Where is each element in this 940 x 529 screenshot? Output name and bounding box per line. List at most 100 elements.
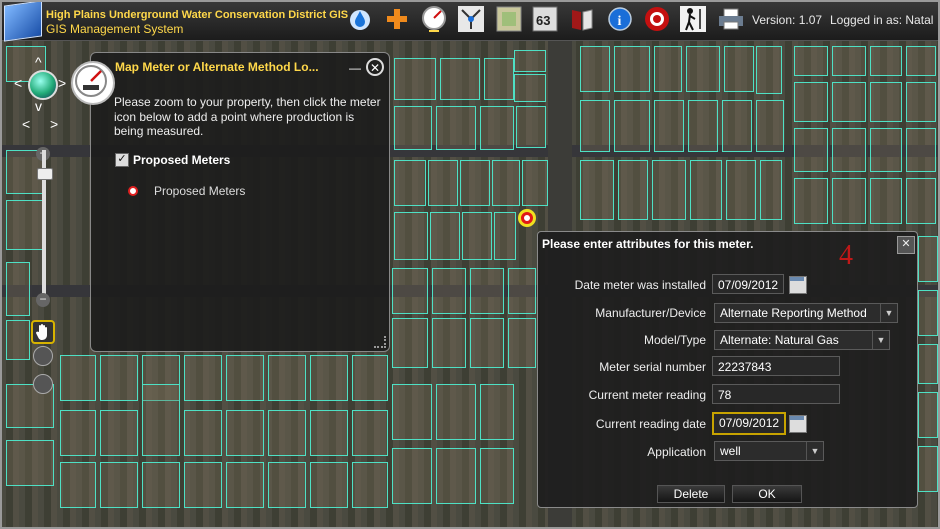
network-icon[interactable] [457, 5, 485, 33]
parcel [906, 178, 936, 224]
chevron-down-icon[interactable]: ▼ [872, 331, 889, 349]
chevron-down-icon[interactable]: ▼ [880, 304, 897, 322]
model-value: Alternate: Natural Gas [720, 333, 839, 347]
parcel [310, 410, 348, 456]
app-logo-icon [4, 0, 42, 42]
svg-text:i: i [618, 14, 622, 29]
pan-down-left-icon[interactable]: < [22, 116, 30, 132]
parcel [100, 462, 138, 508]
parcel [832, 46, 866, 76]
parcel [60, 355, 96, 401]
ok-button[interactable]: OK [732, 485, 802, 503]
manufacturer-select[interactable]: Alternate Reporting Method ▼ [714, 303, 898, 323]
dialog-close-button[interactable]: ✕ [897, 236, 915, 254]
map-layer-icon[interactable] [495, 5, 523, 33]
minimize-button[interactable]: — [349, 61, 361, 75]
parcel [918, 290, 938, 336]
parcel [794, 178, 828, 224]
app-title: High Plains Underground Water Conservati… [46, 9, 349, 21]
meter-location-marker[interactable] [521, 212, 533, 224]
parcel [6, 440, 54, 486]
parcel [580, 100, 610, 152]
model-select[interactable]: Alternate: Natural Gas ▼ [714, 330, 890, 350]
close-button[interactable]: ✕ [366, 58, 384, 76]
step-number: 4 [839, 240, 853, 271]
zoom-in-tool-icon[interactable] [33, 346, 53, 366]
reading-date-label: Current reading date [595, 417, 706, 431]
pan-right-icon[interactable]: > [58, 75, 66, 91]
parcel [832, 128, 866, 172]
parcel [722, 100, 752, 152]
parcel [522, 160, 548, 206]
parcel [6, 320, 30, 360]
info-icon[interactable]: i [606, 5, 634, 33]
chevron-down-icon[interactable]: ▼ [806, 442, 823, 460]
globe-icon[interactable] [28, 70, 58, 100]
parcel [654, 100, 684, 152]
meter-gauge-icon[interactable] [420, 5, 448, 33]
zoom-slider-thumb[interactable] [37, 168, 53, 180]
calendar-icon[interactable] [789, 415, 807, 433]
target-icon[interactable] [643, 5, 671, 33]
parcel [794, 82, 828, 122]
numbered-map-icon[interactable]: 63 [531, 5, 559, 33]
pan-navigator[interactable]: ^ < > < > v [14, 54, 70, 132]
parcel [724, 46, 754, 92]
parcel [100, 410, 138, 456]
printer-icon[interactable] [717, 5, 745, 33]
parcel [392, 384, 432, 440]
reading-date-input[interactable]: 07/09/2012 [712, 412, 786, 435]
parcel [580, 46, 610, 92]
parcel [394, 160, 426, 206]
parcel [142, 384, 180, 456]
proposed-meter-symbol-icon[interactable] [128, 186, 138, 196]
zoom-out-button[interactable]: − [36, 293, 50, 307]
parcel [310, 355, 348, 401]
serial-input[interactable]: 22237843 [712, 356, 840, 376]
reading-input[interactable]: 78 [712, 384, 840, 404]
date-installed-input[interactable]: 07/09/2012 [712, 274, 784, 294]
layer-label: Proposed Meters [133, 153, 231, 167]
parcel [918, 446, 938, 492]
calendar-icon[interactable] [789, 276, 807, 294]
parcel [870, 178, 902, 224]
parcel [794, 46, 828, 76]
manufacturer-value: Alternate Reporting Method [720, 306, 867, 320]
parcel [614, 100, 650, 152]
parcel [794, 128, 828, 172]
parcel [832, 178, 866, 224]
plus-icon[interactable] [383, 5, 411, 33]
water-drop-icon[interactable] [346, 5, 374, 33]
book-icon[interactable] [568, 5, 596, 33]
person-measure-icon[interactable] [679, 5, 707, 33]
parcel [394, 212, 428, 260]
layer-checkbox[interactable]: ✓ [115, 153, 129, 167]
parcel [514, 50, 546, 72]
meter-attributes-dialog: Please enter attributes for this meter. … [537, 231, 918, 508]
parcel [516, 106, 546, 148]
parcel [726, 160, 756, 220]
date-installed-label: Date meter was installed [574, 278, 706, 292]
pan-down-right-icon[interactable]: > [50, 116, 58, 132]
panel-title: Map Meter or Alternate Method Lo... [115, 60, 319, 74]
zoom-out-tool-icon[interactable] [33, 374, 53, 394]
pan-up-icon[interactable]: ^ [35, 54, 42, 70]
parcel [440, 58, 480, 100]
map-meter-panel: Map Meter or Alternate Method Lo... — ✕ … [71, 52, 390, 352]
parcel [436, 384, 476, 440]
panel-instructions: Please zoom to your property, then click… [114, 95, 381, 138]
resize-grip-icon[interactable] [374, 336, 386, 348]
parcel [100, 355, 138, 401]
pan-left-icon[interactable]: < [14, 75, 22, 91]
pan-hand-icon[interactable] [31, 320, 55, 344]
parcel [690, 160, 722, 220]
delete-button[interactable]: Delete [657, 485, 725, 503]
parcel [184, 462, 222, 508]
pan-down-icon[interactable]: v [35, 98, 42, 114]
parcel [6, 200, 44, 250]
parcel [760, 160, 782, 220]
parcel [392, 448, 432, 504]
parcel [470, 318, 504, 368]
legend-label[interactable]: Proposed Meters [154, 184, 245, 198]
application-select[interactable]: well ▼ [714, 441, 824, 461]
